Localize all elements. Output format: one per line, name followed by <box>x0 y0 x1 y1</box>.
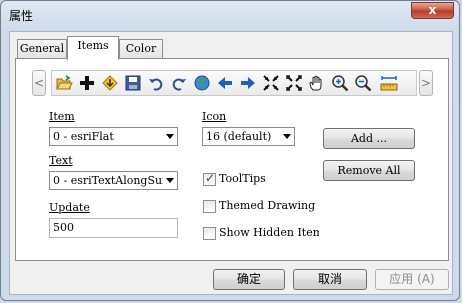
chevron-down-icon <box>283 134 291 139</box>
zoom-in-fixed-icon[interactable] <box>262 74 280 92</box>
pan-hand-icon[interactable] <box>308 74 326 92</box>
tooltips-checkbox[interactable]: ✓ <box>203 171 216 186</box>
toolbar-scroll-left-button[interactable]: < <box>32 70 46 96</box>
update-label: Update <box>49 201 90 214</box>
items-tab-panel: < > Item 0 - esriFlat Icon 16 (default) … <box>15 58 449 261</box>
tab-color[interactable]: Color <box>119 39 163 59</box>
item-combobox[interactable]: 0 - esriFlat <box>49 127 178 146</box>
back-arrow-icon[interactable] <box>216 74 234 92</box>
show-hidden-items-label[interactable]: Show Hidden Items <box>219 226 319 239</box>
checkmark-icon: ✓ <box>205 171 216 185</box>
show-hidden-items-checkbox[interactable] <box>203 227 216 240</box>
chevron-down-icon <box>166 134 174 139</box>
ok-button[interactable]: 确定 <box>213 269 285 290</box>
zoom-in-icon[interactable] <box>331 74 349 92</box>
themed-drawing-checkbox[interactable] <box>203 200 216 213</box>
add-item-icon[interactable] <box>78 74 96 92</box>
update-input[interactable]: 500 <box>49 218 178 238</box>
close-button[interactable]: x <box>411 2 454 19</box>
item-label: Item <box>49 110 75 123</box>
text-combobox-value: 0 - esriTextAlongSurface <box>53 174 163 187</box>
toolbar-control <box>51 70 417 96</box>
icon-combobox[interactable]: 16 (default) <box>202 127 295 146</box>
pan-down-icon[interactable] <box>101 74 119 92</box>
icon-combobox-value: 16 (default) <box>206 130 272 143</box>
chevron-down-icon <box>166 178 174 183</box>
window-title: 属性 <box>9 9 34 23</box>
zoom-out-fixed-icon[interactable] <box>285 74 303 92</box>
themed-drawing-label[interactable]: Themed Drawing <box>219 199 315 212</box>
open-folder-icon[interactable] <box>55 74 73 92</box>
toolbar-scroll-right-button[interactable]: > <box>419 70 433 96</box>
globe-icon[interactable] <box>193 74 211 92</box>
tab-items[interactable]: Items <box>67 36 119 60</box>
measure-icon[interactable] <box>380 74 398 92</box>
undo-icon[interactable] <box>147 74 165 92</box>
redo-icon[interactable] <box>170 74 188 92</box>
add-button[interactable]: Add ... <box>323 128 415 149</box>
save-icon[interactable] <box>124 74 142 92</box>
remove-all-button[interactable]: Remove All <box>323 160 415 181</box>
properties-dialog: 属性 x General Items Color < > Item 0 - es… <box>0 0 460 301</box>
forward-arrow-icon[interactable] <box>239 74 257 92</box>
apply-button[interactable]: 应用 (A) <box>375 269 449 290</box>
text-label: Text <box>49 154 73 167</box>
item-combobox-value: 0 - esriFlat <box>53 130 114 143</box>
tooltips-label[interactable]: ToolTips <box>219 172 266 185</box>
tab-general[interactable]: General <box>17 39 67 59</box>
zoom-out-icon[interactable] <box>354 74 372 92</box>
icon-label: Icon <box>202 110 227 123</box>
cancel-button[interactable]: 取消 <box>293 269 367 290</box>
text-combobox[interactable]: 0 - esriTextAlongSurface <box>49 171 178 190</box>
